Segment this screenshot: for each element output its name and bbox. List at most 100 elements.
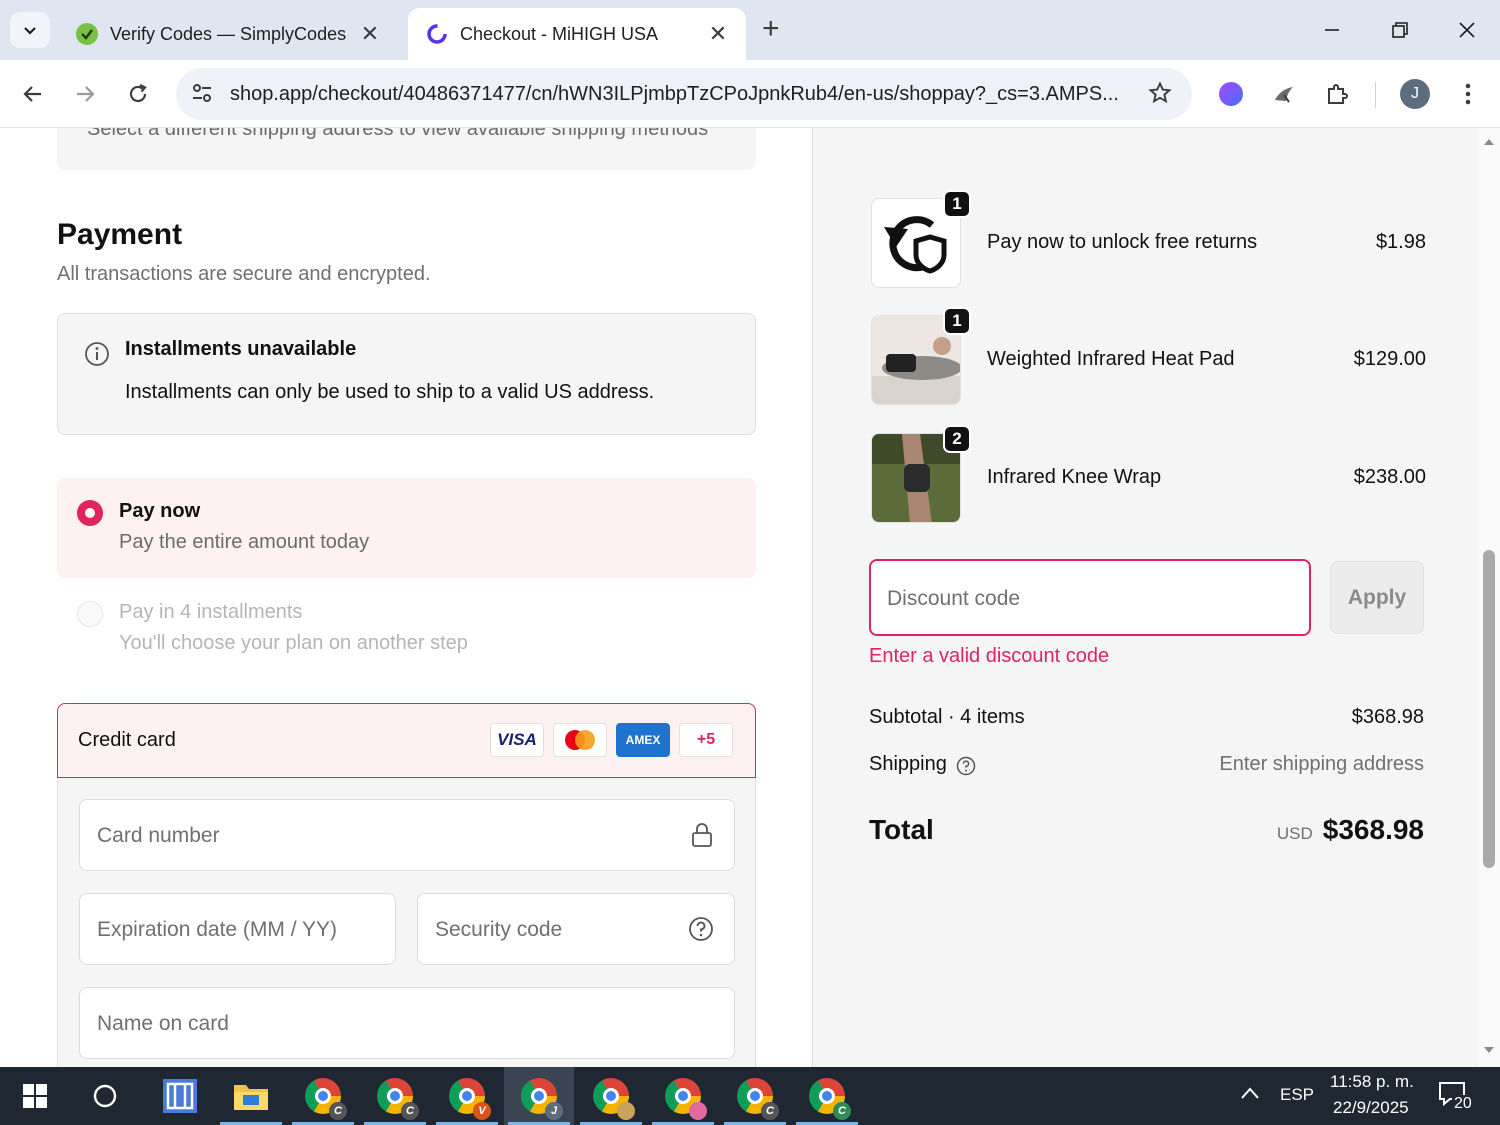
app-grid-icon — [163, 1079, 197, 1113]
shipping-address-note: Select a different shipping address to v… — [57, 128, 756, 170]
installments-title: Pay in 4 installments — [119, 601, 303, 623]
pay-now-option[interactable]: Pay now Pay the entire amount today — [57, 478, 756, 578]
card-number-placeholder: Card number — [97, 824, 220, 847]
credit-card-option[interactable]: Credit card VISA AMEX +5 — [57, 703, 756, 778]
scroll-down-icon[interactable] — [1483, 1046, 1495, 1056]
line-item: 1 Weighted Infrared Heat Pad $129.00 — [871, 307, 1431, 405]
installments-desc: You'll choose your plan on another step — [119, 632, 468, 654]
task-view-app[interactable] — [145, 1067, 215, 1125]
scroll-up-icon[interactable] — [1483, 136, 1495, 146]
card-number-field[interactable]: Card number — [79, 799, 735, 871]
scrollbar-thumb[interactable] — [1483, 550, 1495, 868]
total-amount: USD $368.98 — [1277, 814, 1424, 846]
shipping-address-note-text: Select a different shipping address to v… — [87, 128, 709, 140]
pay-now-radio[interactable] — [77, 500, 103, 526]
profile-avatar[interactable]: J — [1395, 74, 1435, 114]
close-tab-icon[interactable]: ✕ — [708, 21, 728, 47]
show-hidden-icons[interactable] — [1240, 1085, 1260, 1105]
shipping-help-icon[interactable] — [956, 756, 976, 782]
chrome-window-3[interactable]: V — [432, 1067, 502, 1125]
new-tab-button[interactable]: + — [762, 14, 780, 44]
order-summary: 1 Pay now to unlock free returns $1.98 1… — [812, 128, 1478, 1067]
search-circle-icon — [93, 1084, 117, 1108]
browser-toolbar: shop.app/checkout/40486371477/cn/hWN3ILP… — [0, 60, 1500, 128]
chrome-window-8[interactable]: C — [792, 1067, 862, 1125]
extension-purple-icon[interactable] — [1211, 74, 1251, 114]
tab-title: Verify Codes — SimplyCodes — [110, 23, 347, 44]
arrow-right-icon — [77, 86, 95, 102]
quantity-badge: 1 — [943, 190, 971, 218]
subtotal-value: $368.98 — [1351, 706, 1424, 728]
expiration-date-field[interactable]: Expiration date (MM / YY) — [79, 893, 396, 965]
extensions-puzzle-icon[interactable] — [1317, 74, 1357, 114]
installments-radio[interactable] — [77, 601, 103, 627]
installments-option[interactable]: Pay in 4 installments You'll choose your… — [57, 588, 756, 668]
tab-simplycodes[interactable]: Verify Codes — SimplyCodes ✕ — [58, 8, 398, 60]
item-name: Weighted Infrared Heat Pad — [987, 348, 1235, 370]
chrome-icon: C — [737, 1078, 779, 1120]
name-on-card-placeholder: Name on card — [97, 1012, 229, 1035]
total-label: Total — [869, 814, 934, 845]
tab-checkout[interactable]: Checkout - MiHIGH USA ✕ — [408, 8, 746, 60]
credit-card-label: Credit card — [78, 729, 176, 751]
chrome-window-1[interactable]: C — [288, 1067, 358, 1125]
start-button[interactable] — [0, 1067, 70, 1125]
toolbar-divider — [1375, 82, 1376, 108]
close-window-button[interactable] — [1447, 12, 1487, 48]
currency-code: USD — [1276, 824, 1313, 843]
file-explorer-app[interactable] — [216, 1067, 286, 1125]
chrome-window-5[interactable] — [576, 1067, 646, 1125]
visa-logo: VISA — [490, 723, 544, 757]
browser-menu-icon[interactable] — [1448, 74, 1488, 114]
security-code-field[interactable]: Security code — [417, 893, 735, 965]
extension-eagle-icon[interactable] — [1264, 74, 1304, 114]
chrome-window-4-active[interactable]: J — [504, 1067, 574, 1125]
reload-button[interactable] — [118, 74, 158, 114]
discount-placeholder: Discount code — [887, 587, 1021, 610]
shipping-label: Shipping — [869, 753, 947, 775]
chrome-icon — [593, 1078, 635, 1120]
forward-button[interactable] — [65, 74, 105, 114]
lock-icon — [690, 822, 714, 853]
apply-discount-button[interactable]: Apply — [1330, 561, 1424, 634]
tab-search-button[interactable] — [10, 12, 50, 48]
more-brands-badge: +5 — [679, 723, 733, 757]
chrome-window-6[interactable] — [648, 1067, 718, 1125]
quantity-badge: 2 — [943, 425, 971, 453]
restore-button[interactable] — [1380, 12, 1420, 48]
page-scrollbar[interactable] — [1478, 128, 1500, 1067]
simplycodes-icon — [76, 23, 98, 45]
credit-card-form: Card number Expiration date (MM / YY) Se… — [57, 778, 756, 1067]
security-code-placeholder: Security code — [435, 918, 563, 941]
notice-title: Installments unavailable — [125, 338, 357, 360]
discount-code-input[interactable]: Discount code — [869, 559, 1311, 636]
name-on-card-field[interactable]: Name on card — [79, 987, 735, 1059]
pay-now-title: Pay now — [119, 500, 201, 522]
chrome-window-7[interactable]: C — [720, 1067, 790, 1125]
search-button[interactable] — [70, 1067, 140, 1125]
windows-logo-icon — [23, 1084, 47, 1108]
close-tab-icon[interactable]: ✕ — [360, 21, 380, 47]
subtotal-label: Subtotal · 4 items — [869, 706, 1025, 728]
back-button[interactable] — [13, 74, 53, 114]
chevron-up-icon — [1241, 1087, 1259, 1099]
bookmark-star-icon[interactable] — [1148, 81, 1172, 110]
clock-date[interactable]: 22/9/2025 — [1333, 1098, 1409, 1118]
pay-now-desc: Pay the entire amount today — [119, 531, 370, 553]
chrome-icon: J — [521, 1078, 563, 1120]
site-info-icon[interactable] — [190, 81, 214, 110]
chevron-down-icon — [24, 27, 36, 35]
address-bar[interactable]: shop.app/checkout/40486371477/cn/hWN3ILP… — [176, 68, 1192, 120]
input-language[interactable]: ESP — [1280, 1085, 1314, 1105]
item-price: $238.00 — [1353, 466, 1426, 488]
help-icon[interactable] — [688, 916, 714, 947]
minimize-button[interactable] — [1312, 12, 1352, 48]
installments-notice: Installments unavailable Installments ca… — [57, 313, 756, 435]
mastercard-logo — [553, 723, 607, 757]
chrome-window-2[interactable]: C — [360, 1067, 430, 1125]
total-value: $368.98 — [1322, 814, 1424, 845]
arrow-left-icon — [23, 86, 41, 102]
line-item: 2 Infrared Knee Wrap $238.00 — [871, 425, 1431, 523]
amex-logo: AMEX — [616, 723, 670, 757]
clock-time[interactable]: 11:58 p. m. — [1330, 1072, 1414, 1092]
